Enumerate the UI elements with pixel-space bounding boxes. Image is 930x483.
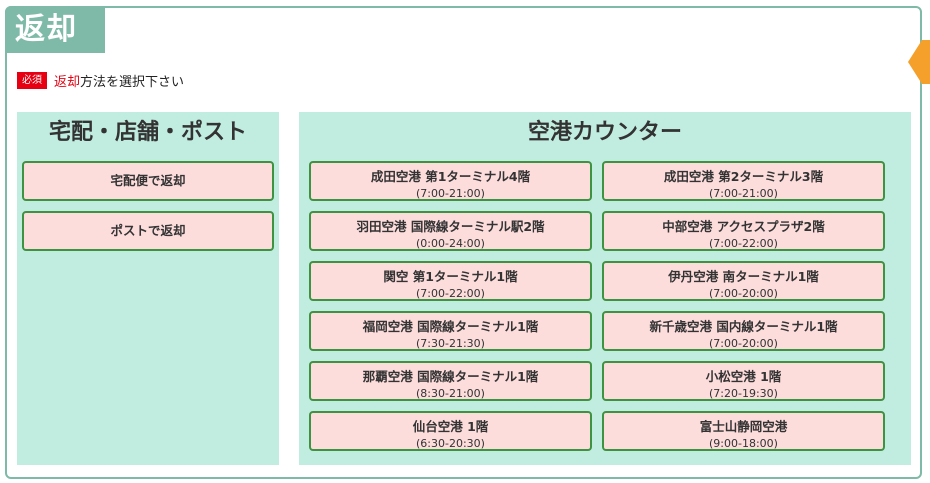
counter-hours: (7:20-19:30) (709, 387, 778, 400)
counter-name: 新千歳空港 国内線ターミナル1階 (649, 319, 838, 334)
instruction-text: 返却方法を選択下さい (54, 71, 184, 90)
counter-name: 福岡空港 国際線ターミナル1階 (362, 319, 539, 334)
return-by-post-button[interactable]: ポストで返却 (22, 211, 274, 251)
counter-hours: (7:00-22:00) (709, 237, 778, 250)
section-title: 返却 (5, 6, 105, 53)
side-tab-handle[interactable] (908, 40, 930, 84)
return-by-delivery-button[interactable]: 宅配便で返却 (22, 161, 274, 201)
counter-itami-button[interactable]: 伊丹空港 南ターミナル1階 (7:00-20:00) (602, 261, 885, 301)
counter-name: 成田空港 第2ターミナル3階 (663, 169, 824, 184)
counter-new-chitose-button[interactable]: 新千歳空港 国内線ターミナル1階 (7:00-20:00) (602, 311, 885, 351)
counter-sendai-button[interactable]: 仙台空港 1階 (6:30-20:30) (309, 411, 592, 451)
counter-chubu-button[interactable]: 中部空港 アクセスプラザ2階 (7:00-22:00) (602, 211, 885, 251)
counter-hours: (6:30-20:30) (416, 437, 485, 450)
instruction-rest: 方法を選択下さい (80, 74, 185, 90)
counter-hours: (7:00-21:00) (416, 187, 485, 200)
counter-naha-intl-button[interactable]: 那覇空港 国際線ターミナル1階 (8:30-21:00) (309, 361, 592, 401)
counter-name: 伊丹空港 南ターミナル1階 (668, 269, 819, 284)
required-badge: 必須 (17, 71, 47, 89)
counter-haneda-intl-button[interactable]: 羽田空港 国際線ターミナル駅2階 (0:00-24:00) (309, 211, 592, 251)
counter-hours: (7:00-20:00) (709, 287, 778, 300)
counter-fuji-shizuoka-button[interactable]: 富士山静岡空港 (9:00-18:00) (602, 411, 885, 451)
counter-hours: (7:00-22:00) (416, 287, 485, 300)
counter-fukuoka-intl-button[interactable]: 福岡空港 国際線ターミナル1階 (7:30-21:30) (309, 311, 592, 351)
instruction-accent: 返却 (54, 74, 81, 90)
counter-name: 中部空港 アクセスプラザ2階 (662, 219, 825, 234)
counter-kansai-t1-button[interactable]: 関空 第1ターミナル1階 (7:00-22:00) (309, 261, 592, 301)
instruction-row: 必須 返却方法を選択下さい (17, 70, 184, 90)
counter-name: 羽田空港 国際線ターミナル駅2階 (356, 219, 545, 234)
counter-name: 成田空港 第1ターミナル4階 (370, 169, 531, 184)
counter-narita-t2-button[interactable]: 成田空港 第2ターミナル3階 (7:00-21:00) (602, 161, 885, 201)
counter-narita-t1-button[interactable]: 成田空港 第1ターミナル4階 (7:00-21:00) (309, 161, 592, 201)
counter-name: 富士山静岡空港 (699, 419, 788, 434)
counter-name: 関空 第1ターミナル1階 (383, 269, 518, 284)
airport-panel-title: 空港カウンター (527, 120, 682, 145)
counter-hours: (7:00-20:00) (709, 337, 778, 350)
counter-hours: (9:00-18:00) (709, 437, 778, 450)
counter-name: 那覇空港 国際線ターミナル1階 (362, 369, 539, 384)
counter-hours: (0:00-24:00) (416, 237, 485, 250)
delivery-panel-title: 宅配・店舗・ポスト (48, 120, 247, 145)
counter-hours: (8:30-21:00) (416, 387, 485, 400)
counter-komatsu-button[interactable]: 小松空港 1階 (7:20-19:30) (602, 361, 885, 401)
counter-hours: (7:00-21:00) (709, 187, 778, 200)
counter-hours: (7:30-21:30) (416, 337, 485, 350)
counter-name: 仙台空港 1階 (412, 419, 489, 434)
counter-name: 小松空港 1階 (705, 369, 782, 384)
